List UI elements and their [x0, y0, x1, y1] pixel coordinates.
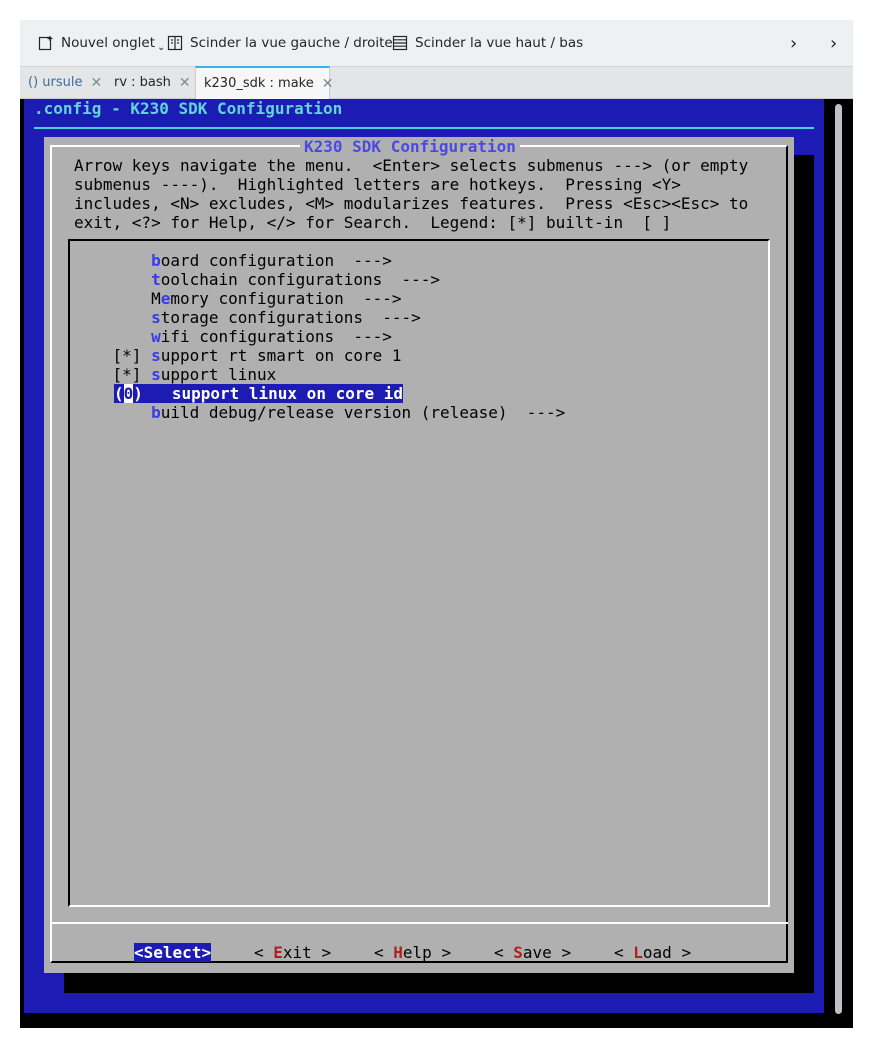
hotkey-letter: e: [160, 289, 171, 308]
hotkey-letter: s: [151, 308, 161, 327]
help-text-line: exit, <?> for Help, </> for Search. Lege…: [74, 213, 672, 232]
save-button[interactable]: < Save >: [494, 943, 571, 962]
menu-item-build-version[interactable]: build debug/release version (release) --…: [74, 403, 565, 422]
text-cursor: 0: [123, 384, 134, 403]
hotkey-letter: b: [151, 403, 161, 422]
help-text-line: submenus ----). Highlighted letters are …: [74, 175, 681, 194]
menuconfig-dialog: K230 SDK Configuration Arrow keys naviga…: [44, 137, 794, 973]
menu-item-memory-configuration[interactable]: Memory configuration --->: [74, 289, 401, 308]
split-top-bottom-button[interactable]: Scinder la vue haut / bas: [392, 32, 583, 54]
dialog-title: K230 SDK Configuration: [300, 137, 520, 156]
menu-item-board-configuration[interactable]: board configuration --->: [74, 251, 392, 270]
hotkey-letter: t: [151, 270, 161, 289]
new-tab-button[interactable]: Nouvel onglet ⌄: [38, 32, 165, 54]
help-text-line: includes, <N> excludes, <M> modularizes …: [74, 194, 749, 213]
split-left-right-label: Scinder la vue gauche / droite: [190, 35, 393, 51]
terminal-scrollbar[interactable]: [832, 104, 846, 1014]
close-icon[interactable]: ✕: [322, 76, 334, 92]
toolbar: Nouvel onglet ⌄ Scinder la vue gauche / …: [20, 20, 853, 67]
tab-ursule[interactable]: () ursule ✕: [20, 67, 104, 98]
split-horizontal-icon: [392, 35, 408, 51]
toolbar-overflow-chevron-icon[interactable]: ›: [830, 33, 837, 54]
tab-bar: () ursule ✕ rv : bash ✕ k230_sdk : make …: [20, 66, 853, 99]
close-icon[interactable]: ✕: [179, 75, 191, 91]
selected-menu-item-highlight[interactable]: (0) support linux on core id: [114, 384, 404, 403]
menu-item-wifi-configurations[interactable]: wifi configurations --->: [74, 327, 392, 346]
hotkey-letter: s: [171, 384, 182, 403]
exit-button[interactable]: < Exit >: [254, 943, 331, 962]
menu-item-support-linux[interactable]: [*] support linux: [74, 365, 277, 384]
split-top-bottom-label: Scinder la vue haut / bas: [415, 35, 584, 51]
toolbar-more-chevron-icon[interactable]: ›: [790, 33, 797, 54]
scrollbar-track[interactable]: [835, 104, 842, 1014]
menu-item-toolchain-configurations[interactable]: toolchain configurations --->: [74, 270, 440, 289]
help-text-line: Arrow keys navigate the menu. <Enter> se…: [74, 156, 749, 175]
split-vertical-icon: [167, 35, 183, 51]
tab-k230-sdk-make[interactable]: k230_sdk : make ✕: [195, 66, 333, 99]
hotkey-letter: s: [151, 346, 161, 365]
konsole-window: Nouvel onglet ⌄ Scinder la vue gauche / …: [20, 20, 853, 1028]
tab-label: k230_sdk : make: [204, 76, 314, 91]
menu-item-storage-configurations[interactable]: storage configurations --->: [74, 308, 421, 327]
terminal-view[interactable]: .config - K230 SDK Configuration K230 SD…: [24, 99, 824, 1013]
new-tab-icon: [38, 36, 53, 51]
new-tab-label: Nouvel onglet: [61, 35, 155, 51]
button-bar-divider: [52, 922, 788, 924]
config-header-title: .config - K230 SDK Configuration: [34, 99, 343, 118]
split-left-right-button[interactable]: Scinder la vue gauche / droite: [167, 32, 393, 54]
new-tab-dropdown-icon[interactable]: ⌄: [157, 42, 165, 53]
tab-label: rv : bash: [114, 75, 171, 90]
help-button[interactable]: < Help >: [374, 943, 451, 962]
load-button[interactable]: < Load >: [614, 943, 691, 962]
tab-label: () ursule: [28, 75, 83, 90]
menu-item-support-rt-smart[interactable]: [*] support rt smart on core 1: [74, 346, 402, 365]
select-button[interactable]: <Select>: [134, 943, 212, 962]
hotkey-letter: b: [151, 251, 161, 270]
header-divider: [34, 127, 814, 129]
tab-bash[interactable]: rv : bash ✕: [106, 67, 194, 98]
hotkey-letter: w: [151, 327, 161, 346]
hotkey-letter: s: [151, 365, 161, 384]
close-icon[interactable]: ✕: [90, 75, 102, 91]
